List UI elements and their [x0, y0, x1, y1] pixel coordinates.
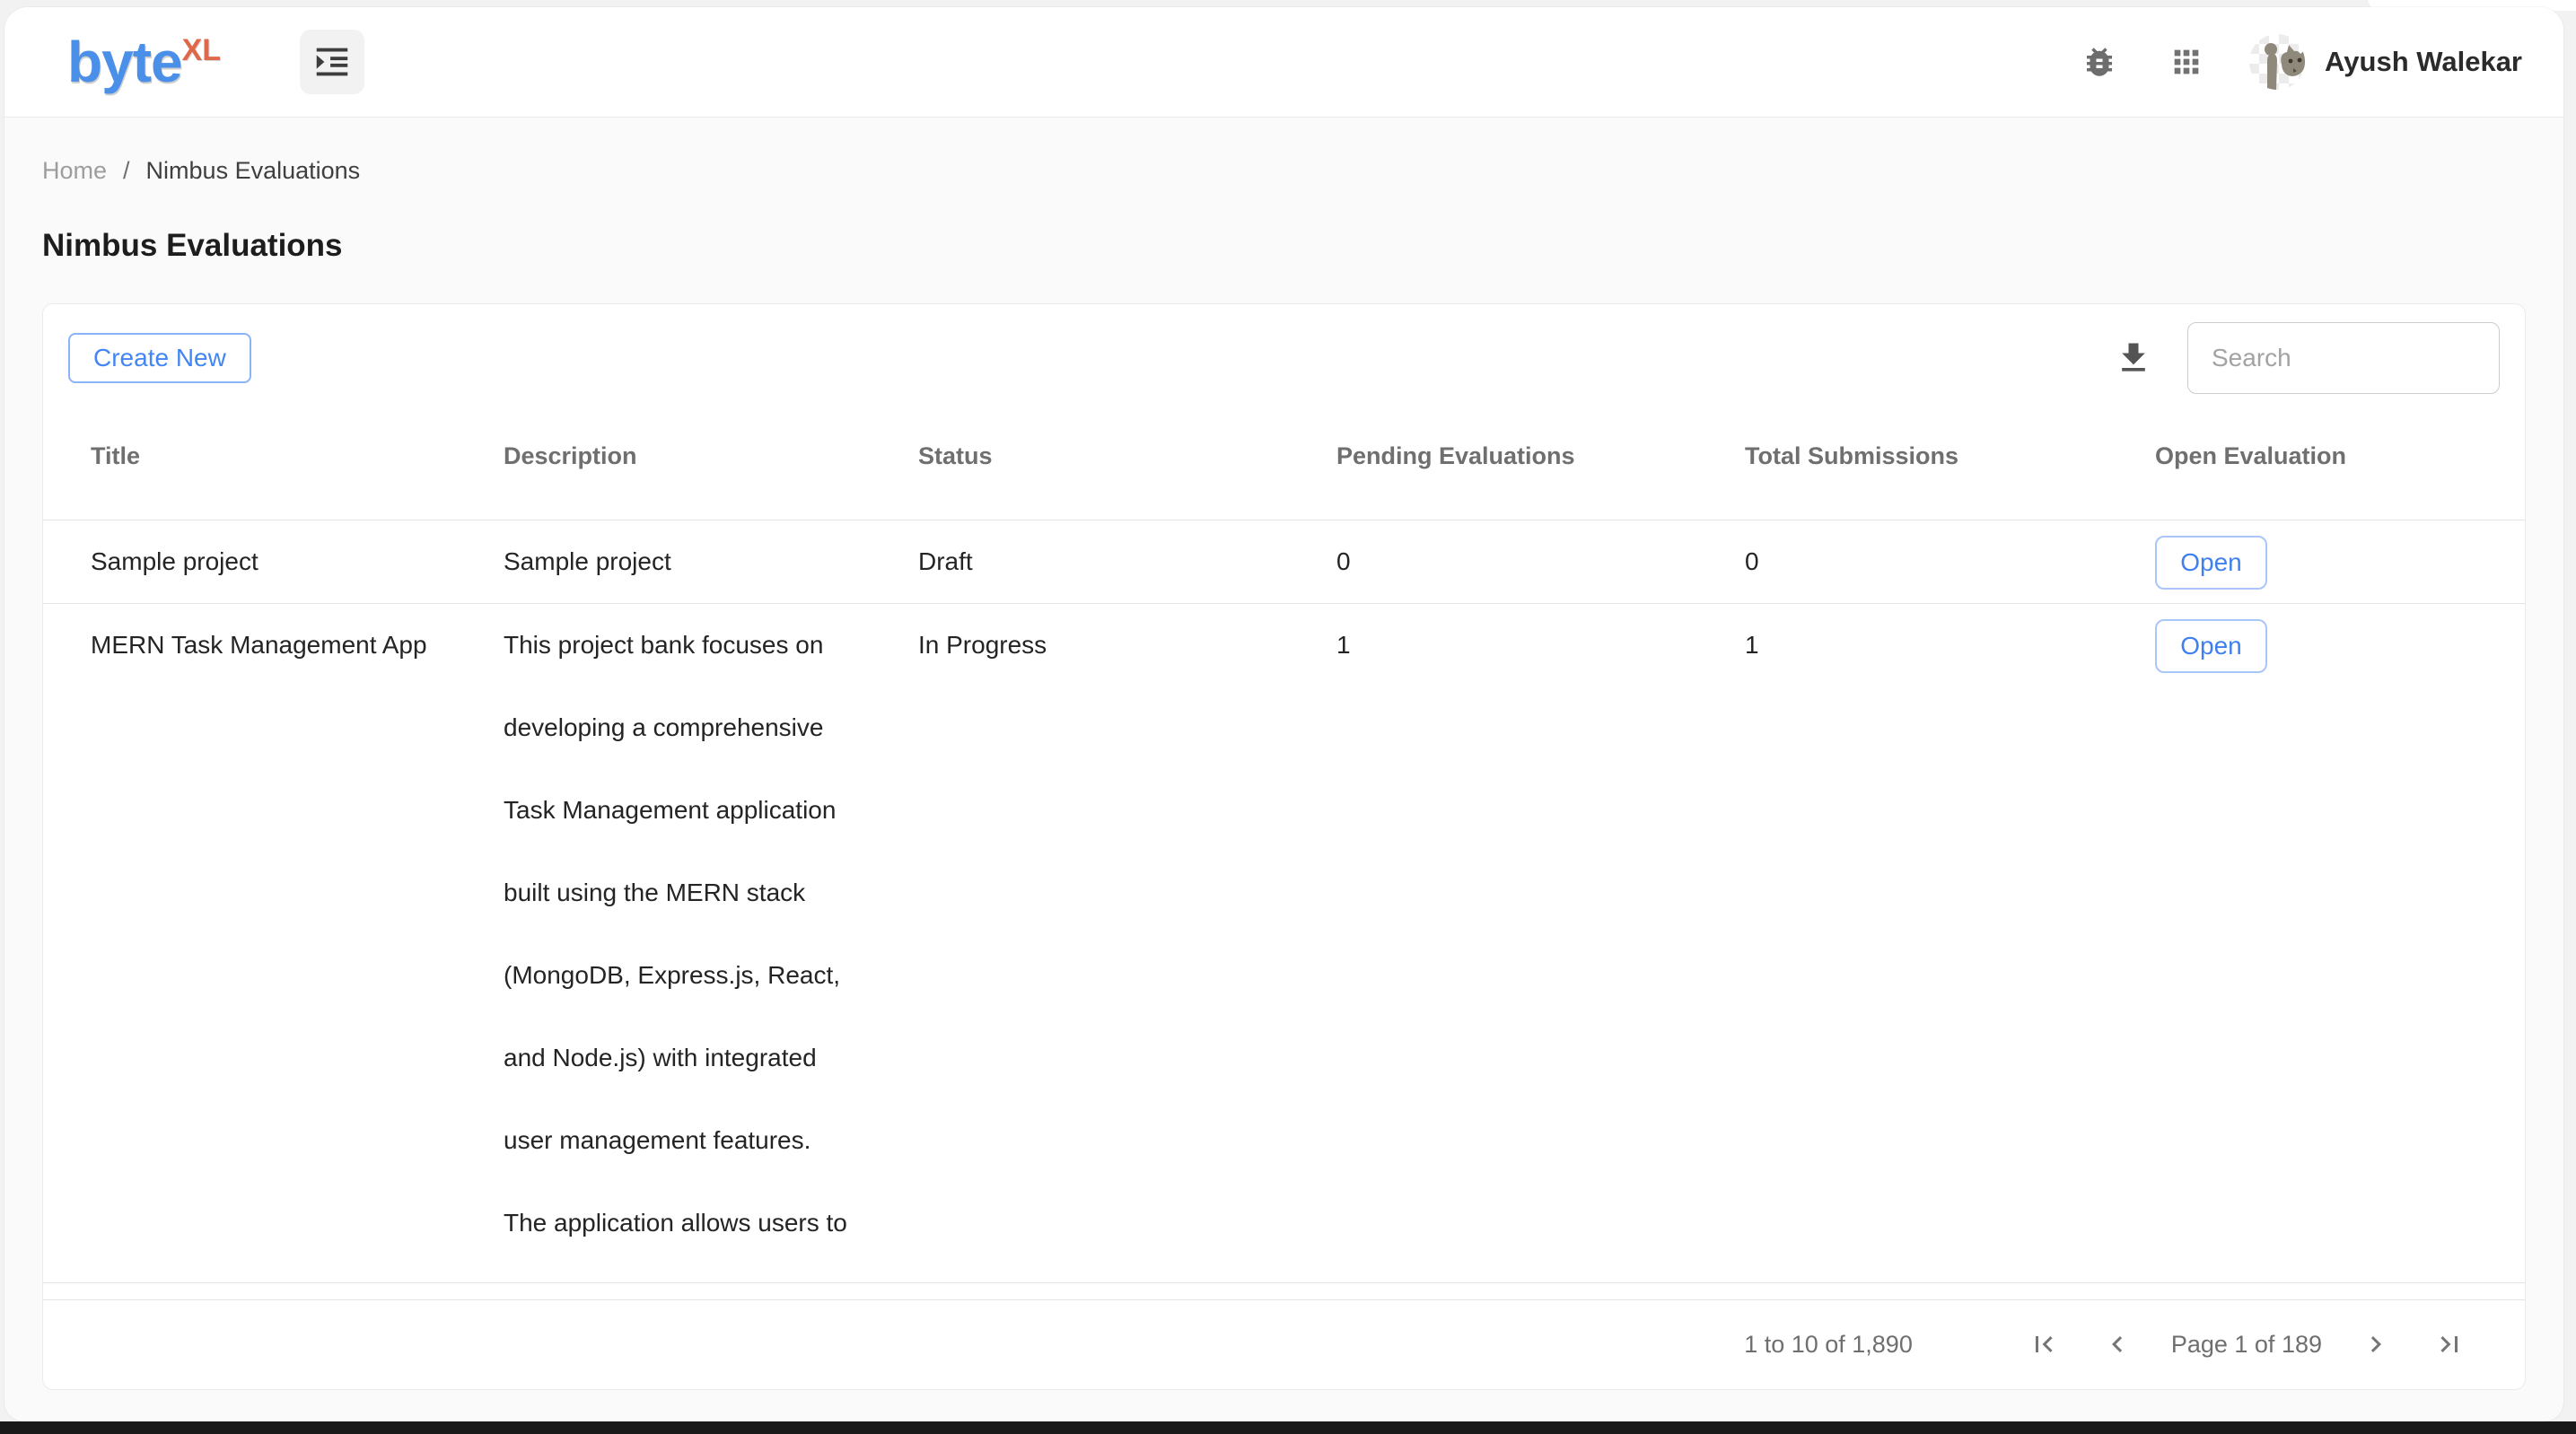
download-icon — [2114, 338, 2153, 378]
cat-photo — [2265, 43, 2305, 90]
cell-pending: 1 — [1336, 603, 1745, 1282]
top-navbar: byte XL — [4, 7, 2563, 118]
cell-status: Draft — [918, 520, 1336, 603]
app-window: byte XL — [4, 7, 2563, 1421]
column-header-open: Open Evaluation — [2155, 394, 2525, 520]
breadcrumb-separator: / — [123, 157, 130, 185]
cell-total: 1 — [1745, 603, 2155, 1282]
card-toolbar: Create New — [43, 304, 2525, 394]
table-row: MERN Task Management App This project ba… — [43, 603, 2525, 1282]
cell-action: Open — [2155, 603, 2525, 1282]
cell-description: This project bank focuses on developing … — [504, 603, 918, 1282]
apps-grid-button[interactable] — [2169, 44, 2204, 80]
user-name[interactable]: Ayush Walekar — [2325, 46, 2522, 78]
evaluations-table: Title Description Status Pending Evaluat… — [43, 394, 2525, 1283]
page-title: Nimbus Evaluations — [42, 228, 2526, 264]
breadcrumb-home-link[interactable]: Home — [42, 157, 107, 185]
column-header-pending: Pending Evaluations — [1336, 394, 1745, 520]
description-text: This project bank focuses on developing … — [504, 604, 918, 1264]
description-text: Sample project — [504, 520, 918, 603]
cell-total: 0 — [1745, 520, 2155, 603]
open-evaluation-button[interactable]: Open — [2155, 536, 2267, 590]
table-row: Sample project Sample project Draft 0 0 … — [43, 520, 2525, 603]
column-header-title: Title — [43, 394, 504, 520]
chevron-left-icon — [2101, 1328, 2134, 1360]
chevron-right-icon — [2360, 1328, 2392, 1360]
first-page-icon — [2028, 1328, 2060, 1360]
next-page-button[interactable] — [2360, 1328, 2392, 1360]
bug-icon — [2081, 43, 2118, 81]
sidebar-toggle-button[interactable] — [300, 30, 364, 94]
last-page-button[interactable] — [2433, 1328, 2466, 1360]
cell-title: MERN Task Management App — [43, 603, 504, 1282]
column-header-total: Total Submissions — [1745, 394, 2155, 520]
breadcrumb: Home / Nimbus Evaluations — [42, 157, 2526, 185]
pagination-bar: 1 to 10 of 1,890 Page 1 of 189 — [43, 1299, 2525, 1390]
user-avatar[interactable] — [2249, 34, 2305, 90]
cell-title: Sample project — [43, 520, 504, 603]
table-header-row: Title Description Status Pending Evaluat… — [43, 394, 2525, 520]
page-content: Home / Nimbus Evaluations Nimbus Evaluat… — [4, 157, 2563, 1390]
column-header-status: Status — [918, 394, 1336, 520]
logo-text: byte — [67, 33, 182, 91]
cell-status: In Progress — [918, 603, 1336, 1282]
pagination-range-label: 1 to 10 of 1,890 — [1744, 1331, 1913, 1359]
column-header-description: Description — [504, 394, 918, 520]
pagination-page-label: Page 1 of 189 — [2171, 1331, 2322, 1359]
download-button[interactable] — [2114, 338, 2153, 378]
cell-pending: 0 — [1336, 520, 1745, 603]
cell-action: Open — [2155, 520, 2525, 603]
evaluations-card: Create New Title Description Status P — [42, 303, 2526, 1390]
report-bug-button[interactable] — [2081, 43, 2118, 81]
apps-grid-icon — [2169, 44, 2204, 80]
first-page-button[interactable] — [2028, 1328, 2060, 1360]
open-evaluation-button[interactable]: Open — [2155, 619, 2267, 673]
last-page-icon — [2433, 1328, 2466, 1360]
desktop-bottom-strip — [0, 1421, 2576, 1434]
cell-description: Sample project — [504, 520, 918, 603]
indent-menu-icon — [311, 41, 353, 83]
create-new-button[interactable]: Create New — [68, 333, 251, 383]
logo-sup-text: XL — [182, 35, 221, 66]
bytexl-logo[interactable]: byte XL — [67, 33, 221, 91]
breadcrumb-current: Nimbus Evaluations — [146, 157, 361, 185]
previous-page-button[interactable] — [2101, 1328, 2134, 1360]
search-input[interactable] — [2187, 322, 2500, 394]
